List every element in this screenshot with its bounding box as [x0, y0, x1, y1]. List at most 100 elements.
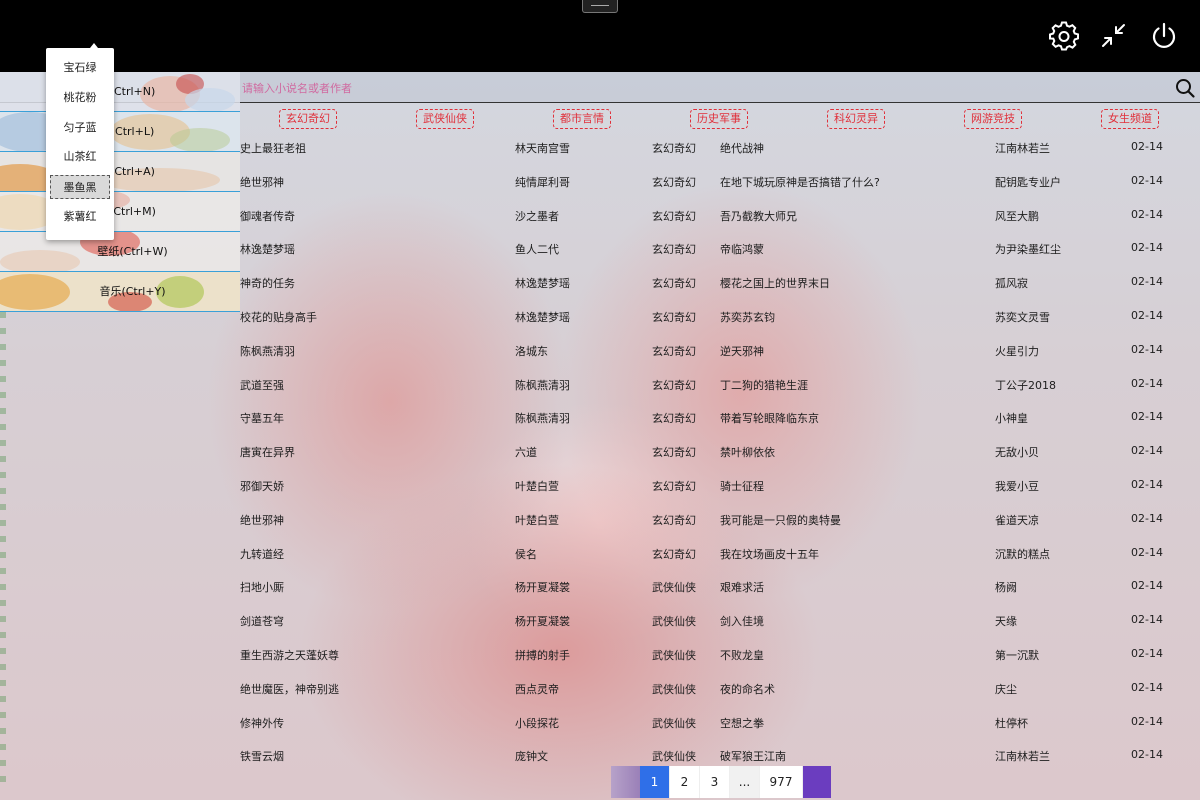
book-author: 纯情犀利哥 [515, 175, 570, 189]
book-name: 重生西游之天蓬妖尊 [240, 648, 339, 662]
book-author: 鱼人二代 [515, 243, 559, 257]
theme-option[interactable]: 匀子蓝 [50, 116, 110, 140]
gear-icon[interactable] [1048, 20, 1080, 52]
book-updater: 庆尘 [995, 682, 1017, 696]
book-row[interactable]: 邪御天娇 叶楚白萱 玄幻奇幻 骑士征程 我爱小豆 02-14 [0, 472, 1200, 506]
category-tab[interactable]: 武侠仙侠 [416, 109, 474, 129]
latest-chapter: 艰难求活 [720, 581, 764, 595]
theme-option[interactable]: 山茶红 [50, 145, 110, 169]
book-updater: 江南林若兰 [995, 750, 1050, 764]
book-row[interactable]: 重生西游之天蓬妖尊 拼搏的射手 武侠仙侠 不败龙皇 第一沉默 02-14 [0, 641, 1200, 675]
book-category: 武侠仙侠 [652, 648, 696, 662]
book-row[interactable]: 绝世邪神 叶楚白萱 玄幻奇幻 我可能是一只假的奥特曼 雀道天凉 02-14 [0, 506, 1200, 540]
latest-chapter: 樱花之国上的世界末日 [720, 277, 830, 291]
theme-option[interactable]: 紫薯红 [50, 205, 110, 229]
book-updater: 配钥匙专业户 [995, 175, 1061, 189]
update-date: 02-14 [1131, 714, 1163, 728]
update-date: 02-14 [1131, 241, 1163, 255]
book-name: 史上最狂老祖 [240, 142, 306, 155]
category-tab[interactable]: 网游竞技 [964, 109, 1022, 129]
latest-chapter: 吾乃截教大师兄 [720, 209, 797, 223]
main-content: 玄幻奇幻 武侠仙侠 都市言情 历史军事 科幻灵异 网游竞技 女生频道 史上最狂老… [0, 72, 1200, 800]
theme-option[interactable]: 宝石绿 [50, 56, 110, 80]
page-button[interactable]: 977 [760, 766, 803, 798]
latest-chapter: 丁二狗的猎艳生涯 [720, 378, 808, 392]
side-menu-item[interactable]: (Ctrl+A) [0, 152, 240, 192]
update-date: 02-14 [1131, 477, 1163, 491]
latest-chapter: 禁叶柳依依 [720, 446, 775, 460]
latest-chapter: 夜的命名术 [720, 682, 775, 696]
book-updater: 江南林若兰 [995, 142, 1050, 155]
next-page-button[interactable] [803, 766, 831, 798]
side-menu-item[interactable]: 壁纸(Ctrl+W) [0, 232, 240, 272]
side-menu-item[interactable]: (Ctrl+L) [0, 112, 240, 152]
book-category: 玄幻奇幻 [652, 175, 696, 189]
book-updater: 火星引力 [995, 344, 1039, 358]
book-name: 绝世魔医，神帝别逃 [240, 682, 339, 696]
page-button[interactable]: 1 [640, 766, 670, 798]
update-date: 02-14 [1131, 613, 1163, 627]
side-menu-item[interactable]: 音乐(Ctrl+Y) [0, 272, 240, 312]
book-row[interactable]: 剑道苍穹 杨开夏凝裳 武侠仙侠 剑入佳境 天缘 02-14 [0, 607, 1200, 641]
book-name: 邪御天娇 [240, 479, 284, 493]
book-updater: 杜停杯 [995, 716, 1028, 730]
side-menu-item[interactable]: (Ctrl+N) [0, 72, 240, 112]
book-updater: 杨阙 [995, 581, 1017, 595]
latest-chapter: 帝临鸿蒙 [720, 243, 764, 257]
side-menu-item[interactable]: (Ctrl+M) [0, 192, 240, 232]
collapse-icon[interactable] [1098, 20, 1130, 52]
book-author: 杨开夏凝裳 [515, 615, 570, 629]
book-name: 唐寅在异界 [240, 446, 295, 460]
update-date: 02-14 [1131, 545, 1163, 559]
book-author: 林天南宫雪 [515, 142, 570, 155]
power-icon[interactable] [1148, 20, 1180, 52]
book-row[interactable]: 扫地小厮 杨开夏凝裳 武侠仙侠 艰难求活 杨阙 02-14 [0, 573, 1200, 607]
book-category: 玄幻奇幻 [652, 547, 696, 561]
book-row[interactable]: 武道至强 陈枫燕清羽 玄幻奇幻 丁二狗的猎艳生涯 丁公子2018 02-14 [0, 371, 1200, 405]
theme-option-selected[interactable]: 墨鱼黑 [50, 175, 110, 199]
category-tab[interactable]: 女生频道 [1101, 109, 1159, 129]
book-category: 武侠仙侠 [652, 615, 696, 629]
book-row[interactable]: 绝世魔医，神帝别逃 西点灵帝 武侠仙侠 夜的命名术 庆尘 02-14 [0, 675, 1200, 709]
category-tab[interactable]: 历史军事 [690, 109, 748, 129]
book-row[interactable]: 陈枫燕清羽 洛城东 玄幻奇幻 逆天邪神 火星引力 02-14 [0, 337, 1200, 371]
search-input[interactable] [240, 76, 1144, 100]
book-name: 扫地小厮 [240, 581, 284, 595]
book-updater: 孤风寂 [995, 277, 1028, 291]
category-tab[interactable]: 都市言情 [553, 109, 611, 129]
update-date: 02-14 [1131, 207, 1163, 221]
book-updater: 天缘 [995, 615, 1017, 629]
category-tab[interactable]: 玄幻奇幻 [279, 109, 337, 129]
book-author: 杨开夏凝裳 [515, 581, 570, 595]
theme-option[interactable]: 桃花粉 [50, 86, 110, 110]
update-date: 02-14 [1131, 646, 1163, 660]
book-row[interactable]: 铁雪云烟 庞钟文 武侠仙侠 破军狼王江南 江南林若兰 02-14 [0, 742, 1200, 776]
book-category: 玄幻奇幻 [652, 344, 696, 358]
book-category: 武侠仙侠 [652, 750, 696, 764]
update-date: 02-14 [1131, 511, 1163, 525]
prev-page-button[interactable] [611, 766, 640, 798]
book-row[interactable]: 九转道经 侯名 玄幻奇幻 我在坟场画皮十五年 沉默的糕点 02-14 [0, 540, 1200, 574]
page-ellipsis[interactable]: ... [730, 766, 760, 798]
book-author: 沙之墨者 [515, 209, 559, 223]
book-updater: 苏奕文灵雪 [995, 310, 1050, 324]
book-name: 剑道苍穹 [240, 615, 284, 629]
page-button[interactable]: 2 [670, 766, 700, 798]
update-date: 02-14 [1131, 308, 1163, 322]
drag-handle[interactable] [582, 0, 618, 13]
book-row[interactable]: 唐寅在异界 六道 玄幻奇幻 禁叶柳依依 无敌小贝 02-14 [0, 438, 1200, 472]
book-row[interactable]: 修神外传 小段探花 武侠仙侠 空想之拳 杜停杯 02-14 [0, 709, 1200, 743]
book-row[interactable]: 守墓五年 陈枫燕清羽 玄幻奇幻 带着写轮眼降临东京 小神皇 02-14 [0, 404, 1200, 438]
theme-menu: 宝石绿 桃花粉 匀子蓝 山茶红 墨鱼黑 紫薯红 [46, 43, 114, 240]
book-name: 武道至强 [240, 378, 284, 392]
book-name: 神奇的任务 [240, 277, 295, 291]
update-date: 02-14 [1131, 275, 1163, 289]
page-button[interactable]: 3 [700, 766, 730, 798]
book-category: 武侠仙侠 [652, 682, 696, 696]
book-name: 九转道经 [240, 547, 284, 561]
search-icon[interactable] [1174, 77, 1196, 99]
category-tab[interactable]: 科幻灵异 [827, 109, 885, 129]
book-updater: 为尹染墨红尘 [995, 243, 1061, 257]
latest-chapter: 我可能是一只假的奥特曼 [720, 513, 841, 527]
book-category: 玄幻奇幻 [652, 378, 696, 392]
